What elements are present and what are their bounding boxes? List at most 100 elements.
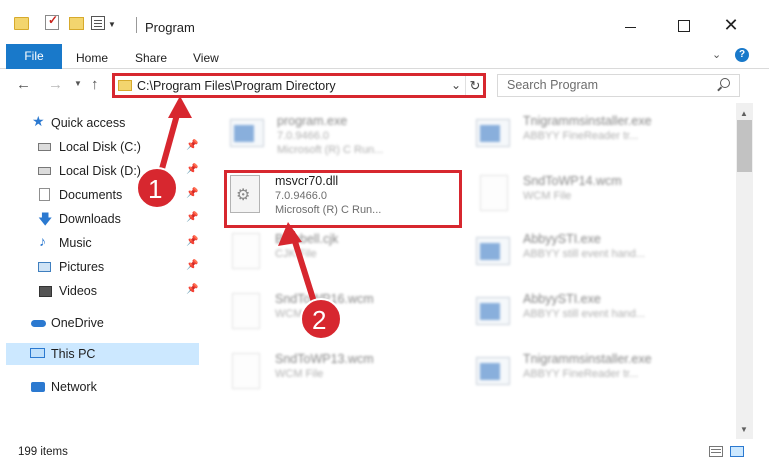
back-arrow-icon[interactable]: ← — [16, 76, 31, 93]
file-name: SndToWP14.wcm — [523, 174, 622, 188]
file-explorer-window: ✓ ▼ Program ✕ File Home Share View ⌄ ? ←… — [0, 0, 769, 473]
file-name: SndToWP16.wcm — [275, 292, 374, 306]
sidebar-item-label: Music — [59, 236, 92, 250]
file-item[interactable]: AbbyySTI.exe ABBYY still event hand... — [476, 289, 726, 347]
title-separator — [136, 17, 137, 33]
sidebar-item-label: Pictures — [59, 260, 105, 274]
details-view-icon[interactable] — [709, 446, 723, 457]
exe-icon — [476, 119, 510, 147]
tab-home[interactable]: Home — [76, 51, 108, 65]
recent-locations-icon[interactable]: ▼ — [74, 79, 82, 88]
pin-icon[interactable]: 📌 — [186, 140, 198, 151]
sidebar-item-this-pc[interactable]: This PC — [6, 343, 199, 365]
exe-icon — [230, 119, 264, 147]
up-arrow-icon[interactable]: ↑ — [91, 76, 99, 93]
dropdown-icon[interactable]: ▼ — [108, 20, 116, 29]
sidebar-item-local-disk-c[interactable]: Local Disk (C:) 📌 — [0, 136, 200, 158]
sidebar-item-network[interactable]: Network — [0, 376, 200, 398]
search-icon[interactable] — [720, 78, 730, 88]
drive-icon — [38, 143, 51, 151]
file-detail: 7.0.9466.0 — [277, 130, 329, 142]
pin-icon[interactable]: 📌 — [186, 212, 198, 223]
file-name: Tnigrammsinstaller.exe — [523, 114, 652, 128]
sidebar-item-pictures[interactable]: Pictures 📌 — [0, 256, 200, 278]
exe-icon — [476, 237, 510, 265]
vertical-scrollbar[interactable]: ▲ ▼ — [736, 103, 753, 439]
forward-arrow-icon[interactable]: → — [48, 76, 63, 93]
file-name: Bluebell.cjk — [275, 232, 339, 246]
search-input[interactable] — [507, 78, 707, 92]
close-button[interactable]: ✕ — [719, 14, 743, 38]
file-item[interactable]: SndToWP16.wcm WCM File — [228, 289, 478, 347]
tab-share[interactable]: Share — [135, 51, 167, 65]
sidebar-item-label: Documents — [59, 188, 123, 202]
file-item[interactable]: Tnigrammsinstaller.exe ABBYY FineReader … — [476, 111, 726, 169]
tiles-view-icon[interactable] — [730, 446, 744, 457]
sidebar-item-label: Local Disk (D:) — [59, 164, 141, 178]
sidebar-item-label: Quick access — [51, 116, 126, 130]
maximize-button[interactable] — [672, 14, 696, 38]
navigation-bar: ← → ▼ ↑ C:\Program Files\Program Directo… — [0, 69, 769, 103]
title-bar: ✓ ▼ Program ✕ — [0, 0, 769, 42]
sidebar-item-videos[interactable]: Videos 📌 — [0, 280, 200, 302]
help-icon[interactable]: ? — [735, 48, 749, 62]
drive-icon — [38, 167, 51, 175]
chevron-down-icon[interactable]: ⌄ — [451, 78, 461, 92]
customize-icon[interactable] — [91, 16, 105, 30]
pin-icon[interactable]: 📌 — [186, 236, 198, 247]
file-detail: ABBYY still event hand... — [523, 248, 646, 260]
minimize-button[interactable] — [619, 14, 643, 38]
scroll-down-icon[interactable]: ▼ — [740, 425, 748, 434]
scroll-thumb[interactable] — [737, 120, 752, 172]
sidebar-item-documents[interactable]: Documents 📌 — [0, 184, 200, 206]
pin-icon[interactable]: 📌 — [186, 188, 198, 199]
file-detail: WCM File — [275, 308, 324, 320]
file-item-msvcr70-dll[interactable]: msvcr70.dll 7.0.9466.0 Microsoft (R) C R… — [228, 171, 478, 229]
file-name: program.exe — [277, 114, 348, 128]
exe-icon — [476, 297, 510, 325]
new-folder-icon[interactable] — [69, 17, 84, 30]
file-item[interactable]: program.exe 7.0.9466.0 Microsoft (R) C R… — [230, 111, 480, 169]
sidebar-item-label: Videos — [59, 284, 97, 298]
sidebar-item-music[interactable]: ♪ Music 📌 — [0, 232, 200, 254]
sidebar-item-quick-access[interactable]: ★ Quick access — [0, 112, 200, 134]
file-detail: ABBYY still event hand... — [523, 308, 646, 320]
file-item[interactable]: AbbyySTI.exe ABBYY still event hand... — [476, 229, 726, 287]
pin-icon[interactable]: 📌 — [186, 284, 198, 295]
file-name: msvcr70.dll — [275, 174, 339, 188]
file-item[interactable]: Tnigrammsinstaller.exe ABBYY FineReader … — [476, 349, 726, 407]
music-icon: ♪ — [39, 233, 46, 249]
address-path[interactable]: C:\Program Files\Program Directory — [137, 79, 336, 93]
file-name: SndToWP13.wcm — [275, 352, 374, 366]
file-list: program.exe 7.0.9466.0 Microsoft (R) C R… — [200, 103, 736, 439]
sidebar-item-local-disk-d[interactable]: Local Disk (D:) 📌 — [0, 160, 200, 182]
folder-icon[interactable] — [14, 17, 29, 30]
properties-check-icon[interactable]: ✓ — [45, 13, 59, 30]
sidebar-item-onedrive[interactable]: OneDrive — [0, 312, 200, 334]
file-name: AbbyySTI.exe — [523, 292, 601, 306]
pin-icon[interactable]: 📌 — [186, 164, 198, 175]
cloud-icon — [31, 320, 46, 327]
file-item[interactable]: SndToWP14.wcm WCM File — [476, 171, 726, 229]
sidebar-item-downloads[interactable]: 🡇 Downloads 📌 — [0, 208, 200, 230]
navigation-pane: ★ Quick access Local Disk (C:) 📌 Local D… — [0, 103, 200, 439]
item-count: 199 items — [18, 446, 68, 458]
tab-view[interactable]: View — [193, 51, 219, 65]
file-detail: Microsoft (R) C Run... — [275, 204, 382, 216]
scroll-up-icon[interactable]: ▲ — [740, 109, 748, 118]
ribbon: File Home Share View ⌄ ? — [0, 42, 769, 69]
pin-icon[interactable]: 📌 — [186, 260, 198, 271]
file-detail: CJK File — [275, 248, 317, 260]
file-icon — [232, 233, 260, 269]
search-box[interactable] — [497, 74, 740, 97]
refresh-icon[interactable]: ↻ — [465, 76, 484, 95]
file-icon — [480, 175, 508, 211]
sidebar-item-label: Local Disk (C:) — [59, 140, 141, 154]
file-detail: ABBYY FineReader tr... — [523, 368, 639, 380]
address-bar[interactable]: C:\Program Files\Program Directory ⌄ ↻ — [112, 73, 486, 98]
network-icon — [31, 382, 45, 392]
file-item[interactable]: SndToWP13.wcm WCM File — [228, 349, 478, 407]
file-item[interactable]: Bluebell.cjk CJK File — [228, 229, 478, 287]
expand-ribbon-icon[interactable]: ⌄ — [712, 48, 721, 61]
tab-file[interactable]: File — [6, 44, 62, 69]
